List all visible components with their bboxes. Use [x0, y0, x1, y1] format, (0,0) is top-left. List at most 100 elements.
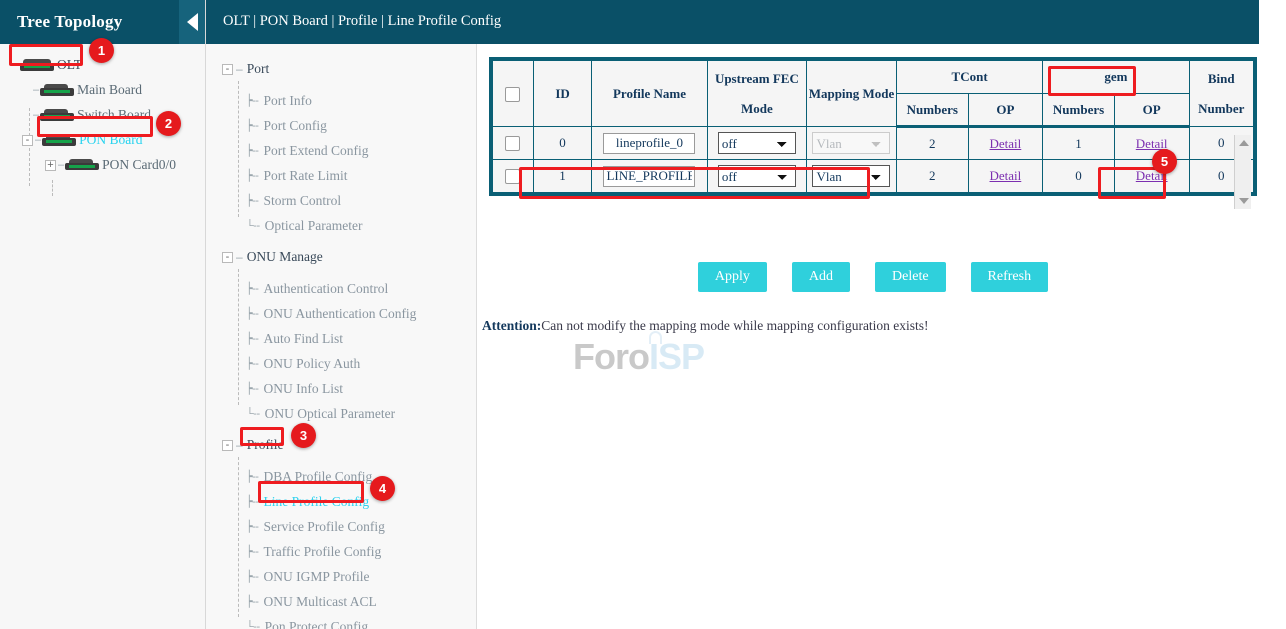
cell-gem-numbers: 0 [1043, 160, 1115, 193]
gem-detail-link[interactable]: Detail [1136, 136, 1168, 151]
menu-item-onu-authentication-config[interactable]: ┝-- ONU Authentication Config [206, 301, 476, 326]
menu-item-service-profile-config[interactable]: ┝-- Service Profile Config [206, 514, 476, 539]
menu-item-optical-parameter[interactable]: └-- Optical Parameter [206, 213, 476, 238]
watermark: ForoISP [573, 336, 704, 378]
menu-group-header[interactable]: - – ONU Manage [206, 245, 476, 269]
row-select-cell [493, 127, 534, 160]
cell-tcont-op: Detail [968, 127, 1043, 160]
tree-node-pon-card[interactable]: + – PON Card0/0 [0, 153, 205, 177]
menu-item-port-extend-config[interactable]: ┝-- Port Extend Config [206, 138, 476, 163]
mapping-mode-select[interactable]: Vlan [812, 165, 890, 187]
tree-branch-icon: – [33, 109, 39, 121]
tree-node-label: Switch Board [77, 107, 151, 123]
menu-item-dba-profile-config[interactable]: ┝-- DBA Profile Config [206, 464, 476, 489]
scroll-down-arrow-icon[interactable] [1239, 198, 1249, 204]
profile-name-input[interactable] [603, 133, 695, 154]
table-vertical-scrollbar[interactable] [1234, 135, 1251, 209]
menu-group-profile: - – Profile ┝-- DBA Profile Config ┝-- L… [206, 433, 476, 629]
menu-branch-icon: ┝-- [246, 595, 258, 608]
tree-expander-expand-icon[interactable]: + [45, 160, 56, 171]
row-select-cell [493, 160, 534, 193]
menu-item-label: ONU Optical Parameter [265, 406, 395, 422]
tree-topology-title: Tree Topology [0, 12, 122, 32]
add-button[interactable]: Add [792, 262, 850, 292]
menu-branch-icon: ┝-- [246, 470, 258, 483]
menu-item-label: Line Profile Config [263, 494, 369, 510]
cell-tcont-numbers: 2 [896, 127, 968, 160]
menu-item-traffic-profile-config[interactable]: ┝-- Traffic Profile Config [206, 539, 476, 564]
watermark-arc-icon [649, 331, 662, 344]
row-checkbox[interactable] [505, 136, 520, 151]
menu-item-label: Port Config [263, 118, 326, 134]
profile-name-input[interactable] [603, 166, 695, 187]
cell-tcont-numbers: 2 [896, 160, 968, 193]
menu-item-port-rate-limit[interactable]: ┝-- Port Rate Limit [206, 163, 476, 188]
mapping-mode-select[interactable]: Vlan [812, 132, 890, 154]
menu-expander-icon[interactable]: - [222, 64, 233, 75]
apply-button[interactable]: Apply [698, 262, 767, 292]
app-root: Tree Topology OLT – Main B [0, 0, 1286, 629]
select-all-checkbox[interactable] [505, 87, 520, 102]
menu-item-pon-protect-config[interactable]: └-- Pon Protect Config [206, 614, 476, 629]
cell-profile-name [592, 127, 708, 160]
menu-group-header[interactable]: - – Profile [206, 433, 476, 457]
menu-branch-icon: ┝-- [246, 520, 258, 533]
menu-item-label: Port Info [263, 93, 311, 109]
menu-group-header[interactable]: - – Port [206, 57, 476, 81]
menu-item-port-info[interactable]: ┝-- Port Info [206, 88, 476, 113]
tcont-detail-link[interactable]: Detail [990, 168, 1022, 183]
menu-group-label: ONU Manage [247, 249, 323, 265]
cell-gem-op: Detail [1114, 160, 1189, 193]
tcont-detail-link[interactable]: Detail [990, 136, 1022, 151]
delete-button[interactable]: Delete [875, 262, 946, 292]
select-all-header [493, 61, 534, 127]
tree-node-switch-board[interactable]: – Switch Board [0, 103, 205, 127]
menu-item-onu-policy-auth[interactable]: ┝-- ONU Policy Auth [206, 351, 476, 376]
menu-item-label: ONU Policy Auth [263, 356, 360, 372]
menu-branch-icon: ┝-- [246, 570, 258, 583]
menu-item-label: DBA Profile Config [263, 469, 372, 485]
menu-item-label: Storm Control [263, 193, 341, 209]
collapse-sidebar-button[interactable] [179, 0, 205, 44]
upstream-fec-line1: Upstream FEC [708, 71, 806, 87]
menu-branch-icon: ┝-- [246, 545, 258, 558]
menu-item-authentication-control[interactable]: ┝-- Authentication Control [206, 276, 476, 301]
chevron-left-icon [187, 13, 198, 31]
bind-line2: Number [1190, 101, 1254, 117]
tree-node-list: OLT – Main Board – Switch Board - [0, 44, 205, 177]
upstream-fec-select[interactable]: off [718, 165, 796, 187]
tree-node-main-board[interactable]: – Main Board [0, 78, 205, 102]
tree-node-olt[interactable]: OLT [0, 53, 205, 77]
tree-expander-collapse-icon[interactable]: - [22, 135, 33, 146]
menu-branch-icon: ┝-- [246, 307, 258, 320]
menu-item-onu-info-list[interactable]: ┝-- ONU Info List [206, 376, 476, 401]
row-checkbox[interactable] [505, 169, 520, 184]
column-header-gem-numbers: Numbers [1043, 94, 1115, 127]
column-header-upstream-fec-mode: Upstream FEC Mode [707, 61, 806, 127]
menu-item-label: Optical Parameter [265, 218, 363, 234]
menu-branch-icon: – [236, 250, 243, 264]
menu-expander-icon[interactable]: - [222, 440, 233, 451]
bind-line1: Bind [1190, 71, 1254, 87]
menu-item-onu-multicast-acl[interactable]: ┝-- ONU Multicast ACL [206, 589, 476, 614]
tree-topology-header: Tree Topology [0, 0, 205, 44]
menu-expander-icon[interactable]: - [222, 252, 233, 263]
menu-branch-icon: ┝-- [246, 357, 258, 370]
menu-item-label: Service Profile Config [263, 519, 384, 535]
attention-message: Attention:Can not modify the mapping mod… [482, 318, 929, 334]
menu-item-line-profile-config[interactable]: ┝-- Line Profile Config [206, 489, 476, 514]
menu-item-port-config[interactable]: ┝-- Port Config [206, 113, 476, 138]
upstream-fec-select[interactable]: off [718, 132, 796, 154]
menu-branch-icon: – [236, 62, 243, 76]
menu-group-label: Port [247, 61, 270, 77]
menu-branch-icon: ┝-- [246, 144, 258, 157]
menu-item-auto-find-list[interactable]: ┝-- Auto Find List [206, 326, 476, 351]
menu-item-onu-optical-parameter[interactable]: └-- ONU Optical Parameter [206, 401, 476, 426]
gem-detail-link[interactable]: Detail [1136, 168, 1168, 183]
table-header: ID Profile Name Upstream FEC Mode Mappin… [493, 61, 1254, 127]
menu-item-onu-igmp-profile[interactable]: ┝-- ONU IGMP Profile [206, 564, 476, 589]
scroll-up-arrow-icon[interactable] [1239, 140, 1249, 146]
tree-node-pon-board[interactable]: - – PON Board [0, 128, 205, 152]
menu-item-storm-control[interactable]: ┝-- Storm Control [206, 188, 476, 213]
refresh-button[interactable]: Refresh [971, 262, 1049, 292]
